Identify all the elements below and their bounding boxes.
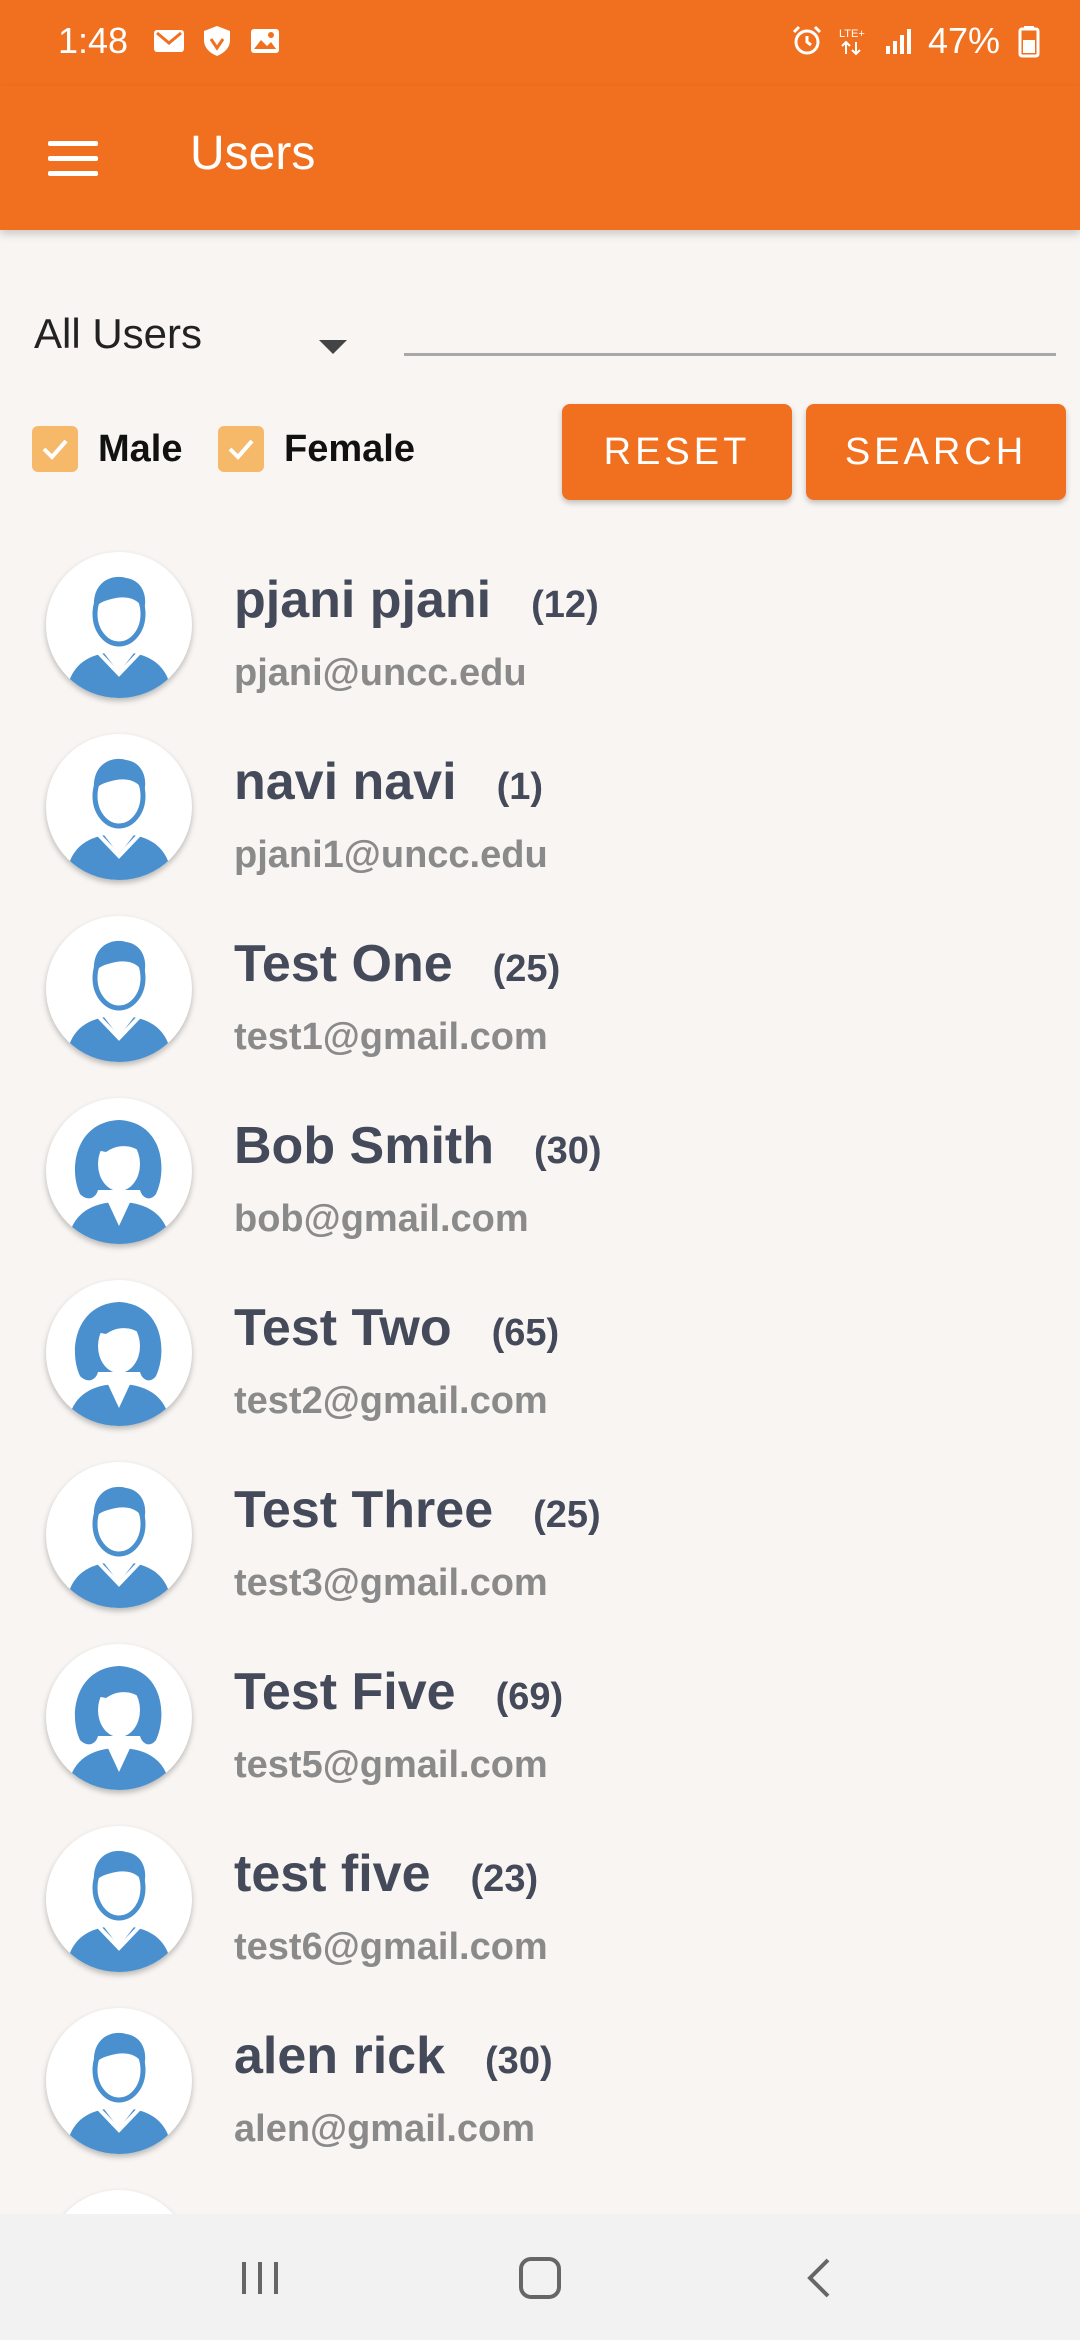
search-input[interactable] [404,300,1056,356]
male-user-icon [66,2032,172,2154]
male-user-icon [66,758,172,880]
checkbox-checked-icon [32,426,78,472]
user-email: bob@gmail.com [234,1198,529,1240]
page-title: Users [190,127,316,180]
home-icon[interactable] [510,2248,570,2308]
controls-row: Male Female RESET SEARCH [0,400,1080,510]
lte-icon: LTE+ [839,28,865,56]
filter-row: All Users [0,280,1080,380]
user-age: (30) [485,2040,553,2082]
list-item[interactable]: Bob Smith (30) bob@gmail.com [0,1084,1080,1266]
user-name: navi navi (1) [234,753,544,811]
female-user-icon [68,1302,170,1426]
avatar [46,1098,192,1244]
user-age: (65) [491,1312,560,1354]
female-label: Female [284,427,415,470]
hamburger-menu-icon[interactable] [36,126,110,190]
avatar [46,552,192,698]
user-age: (30) [533,1130,602,1172]
user-list: pjani pjani (12) pjani@uncc.edu navi navi… [0,538,1080,2214]
user-email: pjani1@uncc.edu [234,834,548,876]
user-age: (25) [533,1494,601,1536]
user-age: (25) [492,948,561,990]
gmail-icon [154,30,184,52]
user-name: Test One (25) [234,935,561,993]
user-age: (23) [470,1858,539,1900]
female-checkbox[interactable]: Female [218,426,415,472]
male-user-icon [66,576,172,698]
list-item[interactable]: alen rick (30) alen@gmail.com [0,1994,1080,2176]
user-name: test five (23) [234,1845,539,1903]
user-name: pjani pjani (12) [234,571,599,629]
app-bar: Users [0,86,1080,230]
user-email: test3@gmail.com [234,1562,548,1604]
user-name: Bob Smith (30) [234,1117,602,1175]
status-time: 1:48 [58,20,129,61]
male-user-icon [66,1850,172,1972]
signal-icon [885,29,911,54]
status-bar: 1:48 LTE+ 47% [0,0,1080,86]
user-email: test5@gmail.com [234,1744,548,1786]
user-name: alen rick (30) [234,2027,553,2085]
dropdown-arrow-icon [319,340,347,354]
user-email: test6@gmail.com [234,1926,548,1968]
female-user-icon [68,1666,170,1790]
user-name: Test Two (65) [234,1299,560,1357]
user-email: alen@gmail.com [234,2108,536,2150]
list-item[interactable]: navi navi (1) pjani1@uncc.edu [0,720,1080,902]
avatar [46,2190,192,2214]
search-button[interactable]: SEARCH [806,404,1066,500]
user-email: test1@gmail.com [234,1016,548,1058]
male-user-icon [66,940,172,1062]
male-label: Male [98,427,183,470]
male-user-icon [66,1486,172,1608]
user-name: Test Three (25) [234,1481,601,1539]
user-age: (1) [496,766,544,808]
list-item[interactable]: pjani pjani (12) pjani@uncc.edu [0,538,1080,720]
user-name: Test Five (69) [234,1663,564,1721]
status-left-icons [152,24,282,58]
avatar [46,1462,192,1608]
list-item[interactable] [0,2176,1080,2214]
image-icon [251,29,279,53]
user-age: (12) [531,584,599,626]
list-item[interactable]: Test Five (69) test5@gmail.com [0,1630,1080,1812]
reset-button[interactable]: RESET [562,404,792,500]
list-item[interactable]: Test One (25) test1@gmail.com [0,902,1080,1084]
user-age: (69) [495,1676,564,1718]
checkbox-checked-icon [218,426,264,472]
female-user-icon [68,1120,170,1244]
status-right: LTE+ 47% [790,20,1046,62]
dropdown-selected-value: All Users [34,310,203,357]
battery-percent: 47% [927,20,1000,61]
user-filter-dropdown[interactable]: All Users [34,298,364,368]
avatar [46,734,192,880]
avatar [46,1280,192,1426]
user-email: test2@gmail.com [234,1380,548,1422]
back-icon[interactable] [790,2248,850,2308]
avatar [46,2008,192,2154]
alarm-icon [792,25,821,55]
shield-icon [204,26,230,56]
system-nav-bar [0,2214,1080,2340]
svg-text:LTE+: LTE+ [839,28,865,40]
list-item[interactable]: test five (23) test6@gmail.com [0,1812,1080,1994]
male-checkbox[interactable]: Male [32,426,182,472]
list-item[interactable]: Test Three (25) test3@gmail.com [0,1448,1080,1630]
avatar [46,1644,192,1790]
avatar [46,1826,192,1972]
recent-apps-icon[interactable] [230,2248,290,2308]
avatar [46,916,192,1062]
list-item[interactable]: Test Two (65) test2@gmail.com [0,1266,1080,1448]
male-user-icon [46,2190,192,2214]
battery-icon [1018,26,1040,58]
user-email: pjani@uncc.edu [234,652,527,694]
